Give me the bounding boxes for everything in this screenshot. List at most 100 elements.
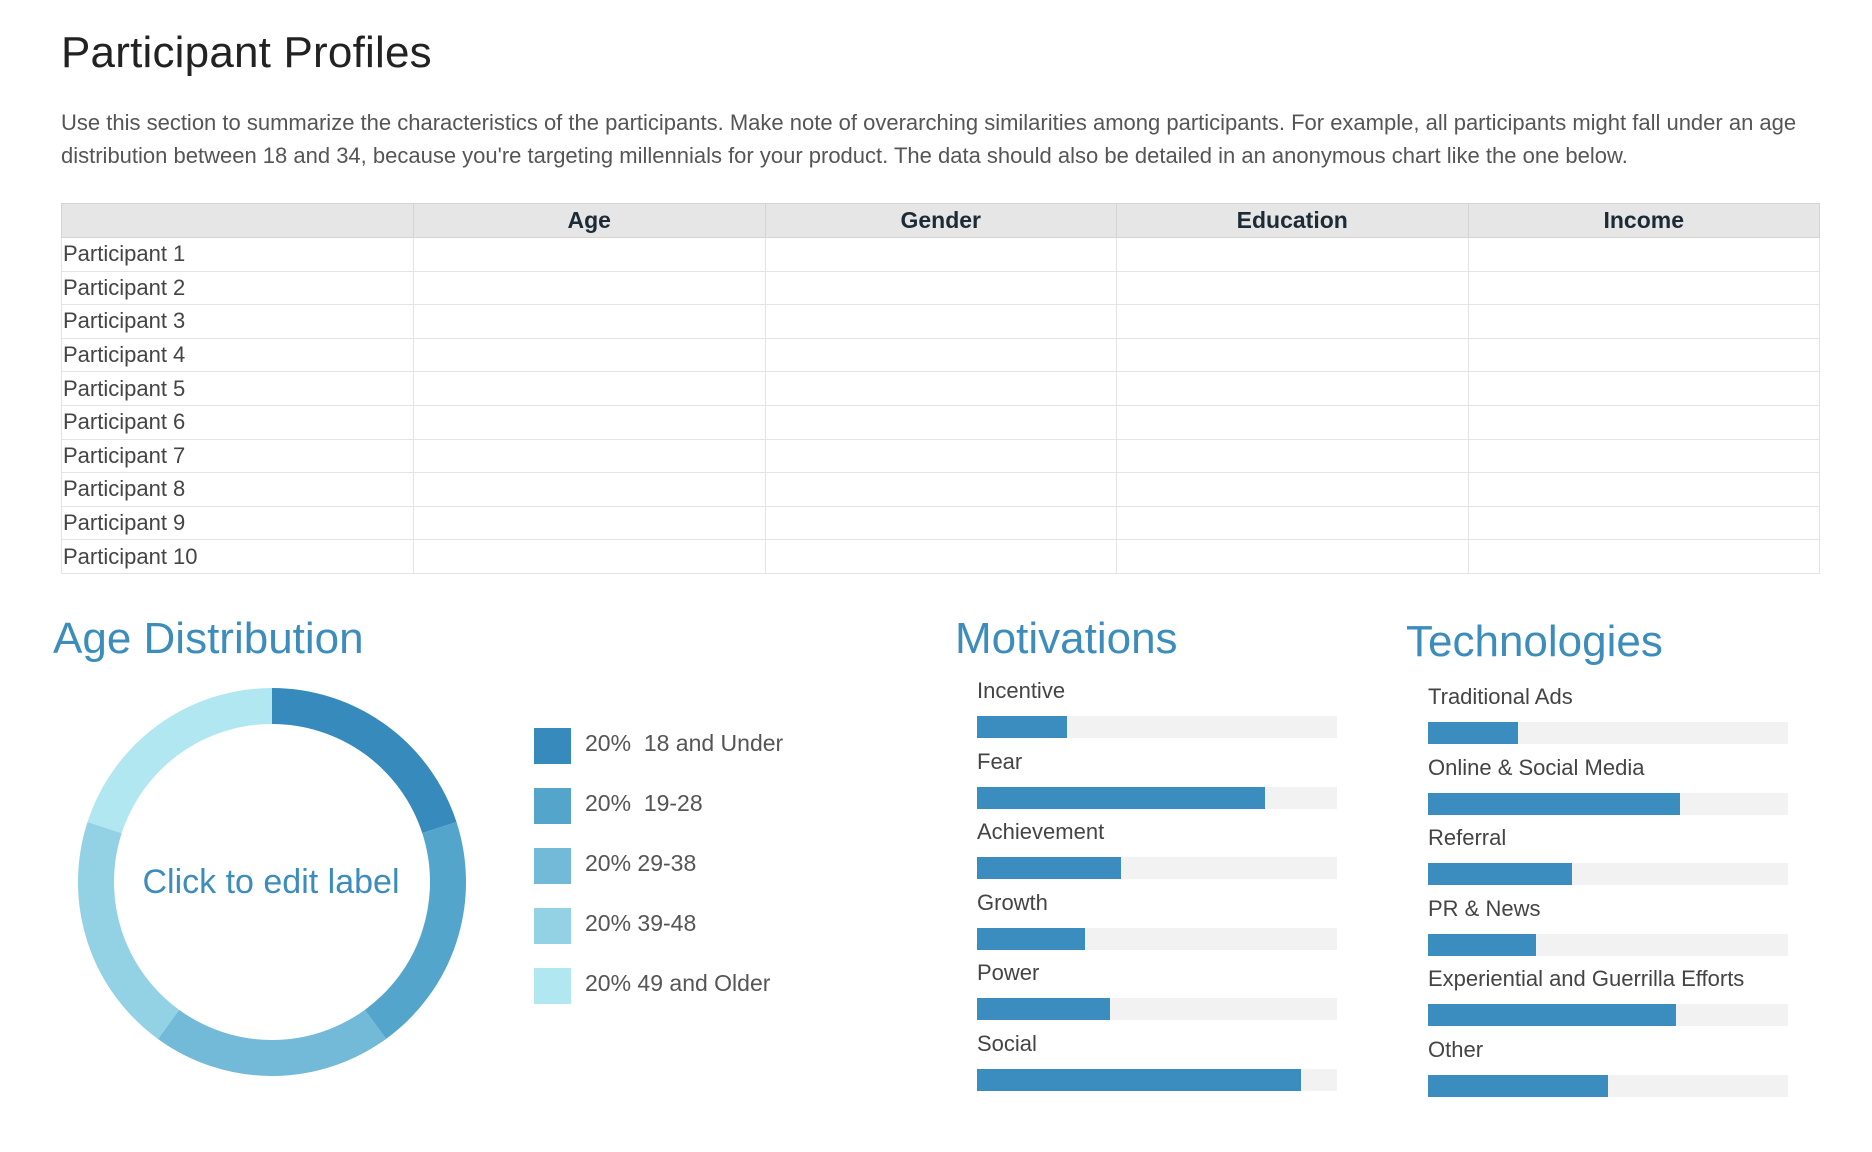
table-cell[interactable] [764, 539, 1117, 574]
table-cell[interactable] [1116, 404, 1469, 440]
table-cell[interactable] [1467, 337, 1820, 373]
table-row: Participant 3 [61, 304, 1820, 339]
table-cell[interactable] [413, 539, 766, 574]
bar-label: Incentive [977, 678, 1066, 703]
participant-name: Participant 1 [61, 237, 414, 272]
bar-track [1428, 1004, 1788, 1027]
bar-fill[interactable] [977, 786, 1265, 809]
bar-track [977, 716, 1337, 738]
bar-track [1428, 722, 1788, 744]
table-cell[interactable] [764, 472, 1117, 507]
table-row: Participant 6 [61, 404, 1820, 440]
bar-fill[interactable] [977, 716, 1067, 738]
table-row: Participant 4 [61, 337, 1820, 373]
legend-swatch [534, 968, 571, 1004]
table-cell[interactable] [764, 371, 1117, 406]
table-cell[interactable] [764, 505, 1117, 541]
table-row: Participant 8 [61, 472, 1820, 507]
participant-name: Participant 4 [61, 337, 414, 373]
table-cell[interactable] [1467, 304, 1820, 339]
table-cell[interactable] [764, 438, 1117, 474]
legend-label: 20% 49 and Older [585, 970, 771, 996]
table-cell[interactable] [1467, 237, 1820, 272]
participant-name: Participant 9 [61, 505, 414, 541]
table-cell[interactable] [764, 404, 1117, 440]
table-cell[interactable] [1467, 270, 1820, 306]
table-cell[interactable] [1116, 304, 1469, 339]
table-cell[interactable] [1467, 472, 1820, 507]
table-cell[interactable] [764, 237, 1117, 272]
table-cell[interactable] [1116, 505, 1469, 541]
table-cell[interactable] [764, 304, 1117, 339]
donut-slice-19-28[interactable] [364, 822, 466, 1039]
bar-fill[interactable] [1428, 792, 1680, 815]
table-cell[interactable] [413, 472, 766, 507]
table-cell[interactable] [1116, 438, 1469, 474]
bar-fill[interactable] [977, 998, 1111, 1021]
table-cell[interactable] [764, 270, 1117, 306]
bar-label: Online & Social Media [1428, 754, 1645, 780]
table-cell[interactable] [1467, 404, 1820, 440]
table-cell[interactable] [413, 371, 766, 406]
bar-fill[interactable] [977, 927, 1085, 950]
legend-label: 20% 19-28 [585, 790, 703, 816]
participant-name: Participant 8 [61, 472, 414, 507]
table-cell[interactable] [413, 404, 766, 440]
table-row: Participant 7 [61, 438, 1820, 474]
participant-table: Age Gender Education Income Participant … [61, 203, 1820, 574]
legend-swatch [534, 908, 571, 944]
participant-name: Participant 7 [61, 438, 414, 474]
table-cell[interactable] [1467, 539, 1820, 574]
table-cell[interactable] [1116, 472, 1469, 507]
header-age: Age [413, 203, 766, 238]
table-cell[interactable] [1116, 371, 1469, 406]
donut-slice-39-48[interactable] [78, 822, 180, 1039]
bar-fill[interactable] [1428, 863, 1572, 886]
donut-slice-29-38[interactable] [157, 1009, 387, 1076]
bar-label: Power [977, 960, 1040, 986]
participant-name: Participant 10 [61, 539, 414, 574]
header-gender: Gender [764, 203, 1117, 238]
bar-label: Experiential and Guerrilla Efforts [1428, 966, 1745, 992]
bar-fill[interactable] [1428, 1074, 1608, 1097]
legend-swatch [534, 848, 571, 884]
legend-label: 20% 18 and Under [585, 730, 784, 756]
table-cell[interactable] [413, 337, 766, 373]
table-row: Participant 5 [61, 371, 1820, 406]
bar-track [977, 786, 1337, 809]
bar-fill[interactable] [977, 1068, 1301, 1091]
table-cell[interactable] [1467, 371, 1820, 406]
table-cell[interactable] [1116, 539, 1469, 574]
table-cell[interactable] [1116, 237, 1469, 272]
table-cell[interactable] [1467, 438, 1820, 474]
donut-center-label[interactable]: Click to edit label [142, 863, 399, 901]
table-cell[interactable] [1116, 337, 1469, 373]
bar-label: Referral [1428, 825, 1507, 851]
bar-fill[interactable] [1428, 1004, 1677, 1027]
bar-label: Growth [977, 889, 1048, 915]
participant-name: Participant 2 [61, 270, 414, 306]
table-cell[interactable] [413, 237, 766, 272]
bar-track [1428, 933, 1788, 956]
table-cell[interactable] [413, 505, 766, 541]
intro-paragraph: Use this section to summarize the charac… [61, 110, 1797, 168]
table-cell[interactable] [413, 438, 766, 474]
bar-fill[interactable] [977, 857, 1121, 880]
table-cell[interactable] [1116, 270, 1469, 306]
legend-label: 20% 39-48 [585, 910, 697, 936]
table-cell[interactable] [764, 337, 1117, 373]
legend-swatch [534, 788, 571, 824]
table-row: Participant 10 [61, 539, 1820, 574]
table-cell[interactable] [413, 304, 766, 339]
page-title: Participant Profiles [61, 28, 432, 77]
bar-fill[interactable] [1428, 933, 1536, 956]
bar-label: Social [977, 1030, 1037, 1056]
table-cell[interactable] [1467, 505, 1820, 541]
donut-slice-49-and-older[interactable] [87, 688, 273, 834]
bar-fill[interactable] [1428, 722, 1518, 744]
bar-label: Other [1428, 1036, 1484, 1062]
participant-name: Participant 3 [61, 304, 414, 339]
table-cell[interactable] [413, 270, 766, 306]
bar-track [977, 857, 1337, 880]
donut-slice-18-and-under[interactable] [271, 688, 457, 834]
